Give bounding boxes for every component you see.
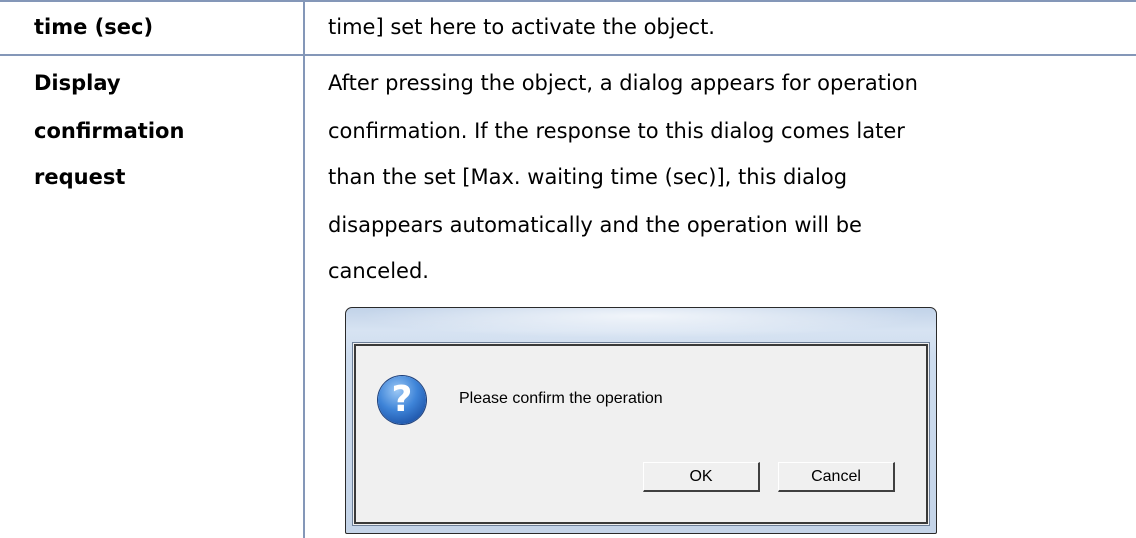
table-top-rule [0,0,1136,2]
row2-description-line5: canceled. [328,259,429,283]
row2-label-line2: confirmation [34,119,185,143]
dialog-inner-frame: ? Please confirm the operation OK Cancel [354,344,928,524]
cancel-button[interactable]: Cancel [778,462,895,492]
row1-description: time] set here to activate the object. [328,15,715,39]
row2-label-line3: request [34,165,126,189]
row2-description-line1: After pressing the object, a dialog appe… [328,71,918,95]
table-row-divider [0,54,1136,56]
row2-description-line2: confirmation. If the response to this di… [328,119,905,143]
dialog-client-area: ? Please confirm the operation OK Cancel [352,342,930,526]
row2-description-line4: disappears automatically and the operati… [328,213,862,237]
ok-button[interactable]: OK [643,462,760,492]
row2-description-line3: than the set [Max. waiting time (sec)], … [328,165,848,189]
table-column-divider [303,0,305,538]
question-icon: ? [378,376,426,424]
confirmation-dialog: ? Please confirm the operation OK Cancel [345,307,937,534]
dialog-message: Please confirm the operation [459,390,663,407]
row1-label: time (sec) [34,15,154,39]
row2-label-line1: Display [34,71,121,95]
dialog-title-bar[interactable] [346,308,936,340]
